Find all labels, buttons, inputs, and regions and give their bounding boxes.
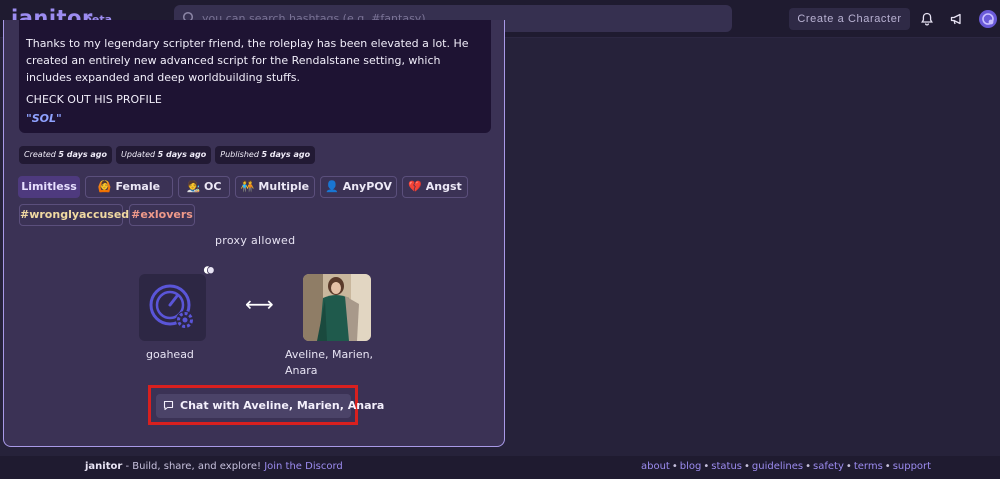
proxy-allowed-label: proxy allowed <box>215 234 296 247</box>
discord-link[interactable]: Join the Discord <box>264 461 343 472</box>
tag-angst[interactable]: 💔 Angst <box>402 176 468 198</box>
updated-badge: Updated 5 days ago <box>116 146 212 164</box>
user-avatar-icon[interactable] <box>979 10 997 28</box>
hashtag-exlovers[interactable]: #exlovers <box>129 204 195 226</box>
footer-link-about[interactable]: about <box>641 461 670 472</box>
create-character-button[interactable]: Create a Character <box>789 8 910 30</box>
footer-link-safety[interactable]: safety <box>813 461 844 472</box>
tag-oc[interactable]: 🧑‍🎨 OC <box>178 176 230 198</box>
hashtag-wronglyaccused[interactable]: #wronglyaccused <box>19 204 129 226</box>
double-arrow-icon: ⟷ <box>245 292 274 316</box>
description-callout: CHECK OUT HIS PROFILE <box>26 93 162 106</box>
tag-emoji: 💔 <box>408 180 422 193</box>
footer-link-support[interactable]: support <box>893 461 931 472</box>
footer-brand: janitor - Build, share, and explore! Joi… <box>85 461 343 472</box>
tag-emoji: 👤 <box>325 180 339 193</box>
footer: janitor - Build, share, and explore! Joi… <box>0 456 1000 479</box>
meta-row: Created 5 days ago Updated 5 days ago Publ… <box>19 142 319 164</box>
character-avatar[interactable] <box>303 274 371 341</box>
tag-multiple[interactable]: 🧑‍🤝‍🧑 Multiple <box>235 176 315 198</box>
chat-button-label: Chat with Aveline, Marien, Anara <box>180 399 385 412</box>
description-paragraph: Thanks to my legendary scripter friend, … <box>26 37 469 84</box>
start-chat-button[interactable]: Chat with Aveline, Marien, Anara <box>156 394 384 418</box>
bell-icon[interactable] <box>919 11 935 27</box>
footer-link-guidelines[interactable]: guidelines <box>752 461 803 472</box>
tag-emoji: 🧑‍🎨 <box>186 180 201 193</box>
megaphone-icon[interactable] <box>949 11 965 27</box>
tag-emoji: 🙆 <box>97 180 112 193</box>
creator-name[interactable]: goahead <box>146 348 194 361</box>
tag-female[interactable]: 🙆 Female <box>85 176 173 198</box>
chat-bubble-icon <box>163 400 174 411</box>
created-badge: Created 5 days ago <box>19 146 113 164</box>
sol-profile-link[interactable]: "SOL" <box>26 112 484 125</box>
gauge-gear-icon <box>149 284 194 329</box>
published-badge: Published 5 days ago <box>215 146 316 164</box>
footer-links: about • blog • status • guidelines • safety • term… <box>641 461 932 472</box>
character-name: Aveline, Marien, Anara <box>285 348 374 377</box>
tag-emoji: 🧑‍🤝‍🧑 <box>240 180 255 193</box>
creator-avatar[interactable] <box>139 274 206 341</box>
footer-link-status[interactable]: status <box>711 461 742 472</box>
footer-link-terms[interactable]: terms <box>854 461 883 472</box>
footer-link-blog[interactable]: blog <box>680 461 702 472</box>
tag-limitless[interactable]: Limitless <box>18 176 80 198</box>
tag-anypov[interactable]: 👤 AnyPOV <box>320 176 397 198</box>
description-box: Thanks to my legendary scripter friend, … <box>19 20 491 133</box>
character-card: Thanks to my legendary scripter friend, … <box>3 20 505 447</box>
